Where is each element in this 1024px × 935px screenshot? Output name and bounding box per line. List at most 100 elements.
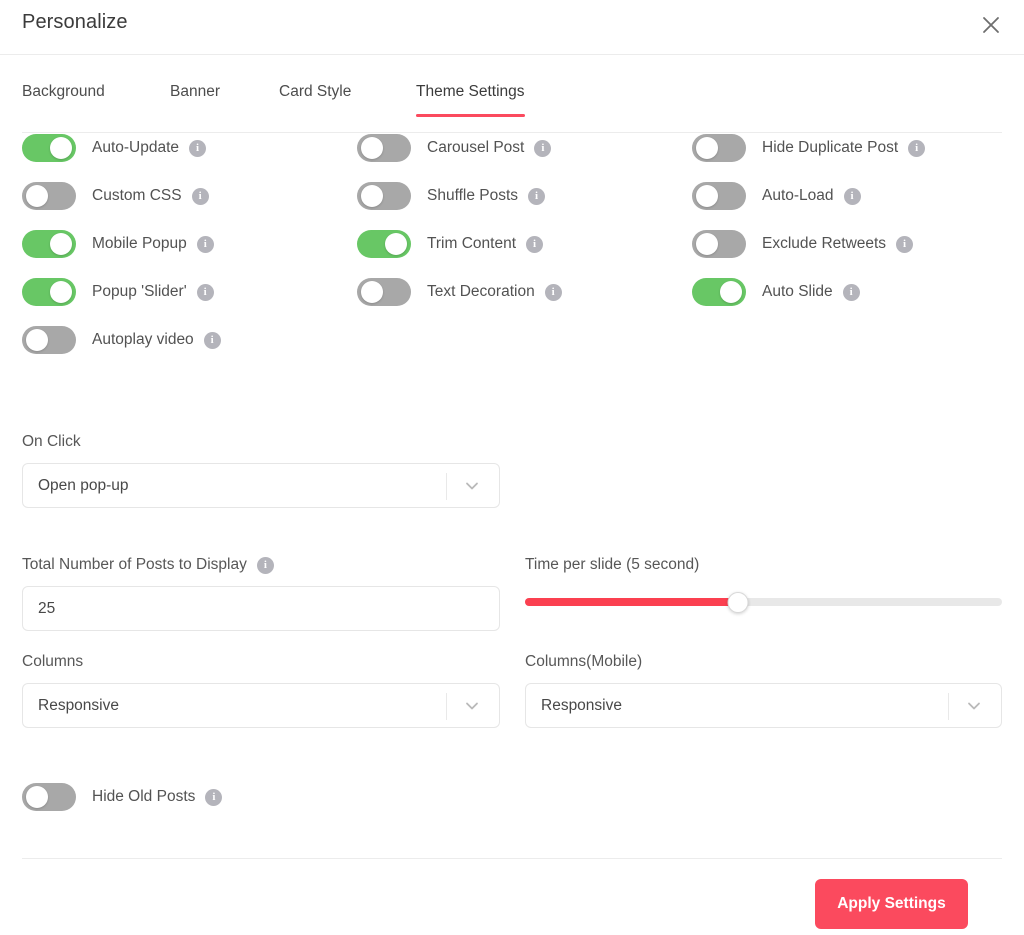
- settings-body: Auto-Update i Custom CSS i Mobile Popup i Popu…: [0, 133, 1024, 378]
- on-click-group: On Click Open pop-up: [22, 433, 500, 508]
- toggle-shuffle-posts: Shuffle Postsi: [357, 181, 545, 211]
- switch[interactable]: [357, 182, 411, 210]
- toggle-auto-load: Auto-Loadi: [692, 181, 861, 211]
- info-icon[interactable]: i: [896, 236, 913, 253]
- columns-value: Responsive: [23, 697, 119, 715]
- time-per-slide-label: Time per slide (5 second): [525, 556, 1002, 574]
- switch[interactable]: [692, 182, 746, 210]
- columns-mobile-label: Columns(Mobile): [525, 653, 1002, 671]
- toggle-autoplay-video: Autoplay video i: [22, 325, 221, 355]
- toggle-label: Popup 'Slider': [92, 283, 187, 301]
- tab-banner[interactable]: Banner: [170, 83, 220, 117]
- columns-mobile-value: Responsive: [526, 697, 622, 715]
- switch[interactable]: [692, 230, 746, 258]
- switch[interactable]: [22, 230, 76, 258]
- toggle-text-decoration: Text Decoration i: [357, 277, 562, 307]
- toggle-label: Hide Duplicate Post: [762, 139, 898, 157]
- switch-knob: [26, 329, 48, 351]
- on-click-value: Open pop-up: [23, 477, 129, 495]
- info-icon[interactable]: i: [197, 284, 214, 301]
- personalize-modal: Personalize Background Banner Card Style…: [0, 0, 1024, 935]
- close-icon[interactable]: [976, 10, 1006, 40]
- hide-old-posts-label: Hide Old Posts: [92, 788, 195, 806]
- info-icon[interactable]: i: [189, 140, 206, 157]
- info-icon[interactable]: i: [843, 284, 860, 301]
- toggle-label: Custom CSS: [92, 187, 182, 205]
- toggle-hide-old-posts: Hide Old Posts i: [22, 782, 222, 812]
- on-click-label: On Click: [22, 433, 500, 451]
- switch-knob: [361, 281, 383, 303]
- chevron-down-icon[interactable]: [460, 464, 484, 507]
- switch[interactable]: [357, 278, 411, 306]
- columns-label: Columns: [22, 653, 500, 671]
- time-per-slide-slider[interactable]: [525, 592, 1002, 612]
- switch-knob: [50, 233, 72, 255]
- tab-background[interactable]: Background: [22, 83, 105, 117]
- toggle-label: Exclude Retweets: [762, 235, 886, 253]
- toggle-carousel-post: Carousel Posti: [357, 133, 551, 163]
- toggle-custom-css: Custom CSS i: [22, 181, 209, 211]
- toggle-auto-update: Auto-Update i: [22, 133, 206, 163]
- time-per-slide-group: Time per slide (5 second): [525, 556, 1002, 612]
- switch-knob: [720, 281, 742, 303]
- toggle-trim-content: Trim Content i: [357, 229, 543, 259]
- info-icon[interactable]: i: [844, 188, 861, 205]
- switch[interactable]: [22, 182, 76, 210]
- toggle-mobile-popup: Mobile Popup i: [22, 229, 214, 259]
- toggle-exclude-retweets: Exclude Retweets i: [692, 229, 913, 259]
- switch-knob: [50, 281, 72, 303]
- toggle-label: Autoplay video: [92, 331, 194, 349]
- info-icon[interactable]: i: [526, 236, 543, 253]
- switch-knob: [361, 137, 383, 159]
- info-icon[interactable]: i: [192, 188, 209, 205]
- slider-fill: [525, 598, 738, 606]
- switch[interactable]: [22, 278, 76, 306]
- chevron-down-icon[interactable]: [460, 684, 484, 727]
- switch[interactable]: [22, 134, 76, 162]
- modal-header: Personalize: [0, 0, 1024, 55]
- toggle-auto-slide: Auto Slide i: [692, 277, 860, 307]
- info-icon[interactable]: i: [197, 236, 214, 253]
- tab-bar: Background Banner Card Style Theme Setti…: [0, 55, 1024, 133]
- columns-select[interactable]: Responsive: [22, 683, 500, 728]
- total-posts-label: Total Number of Posts to Display i: [22, 556, 500, 574]
- toggle-label: Auto-Update: [92, 139, 179, 157]
- toggle-label: Mobile Popup: [92, 235, 187, 253]
- switch[interactable]: [22, 326, 76, 354]
- info-icon[interactable]: i: [205, 789, 222, 806]
- footer-divider: [22, 858, 1002, 859]
- on-click-select[interactable]: Open pop-up: [22, 463, 500, 508]
- chevron-down-icon[interactable]: [962, 684, 986, 727]
- info-icon[interactable]: i: [204, 332, 221, 349]
- toggle-label: Trim Content: [427, 235, 516, 253]
- hide-old-posts-switch[interactable]: [22, 783, 76, 811]
- switch-knob: [696, 185, 718, 207]
- switch-knob: [696, 233, 718, 255]
- apply-settings-button[interactable]: Apply Settings: [815, 879, 968, 929]
- total-posts-label-text: Total Number of Posts to Display: [22, 556, 247, 574]
- switch-knob: [50, 137, 72, 159]
- tab-card-style[interactable]: Card Style: [279, 83, 351, 117]
- switch[interactable]: [692, 278, 746, 306]
- toggle-label: Auto Slide: [762, 283, 833, 301]
- slider-thumb[interactable]: [728, 592, 749, 613]
- total-posts-value: 25: [23, 600, 55, 618]
- select-separator: [446, 693, 447, 720]
- info-icon[interactable]: i: [908, 140, 925, 157]
- switch[interactable]: [357, 230, 411, 258]
- info-icon[interactable]: i: [534, 140, 551, 157]
- select-separator: [948, 693, 949, 720]
- info-icon[interactable]: i: [545, 284, 562, 301]
- switch-knob: [385, 233, 407, 255]
- switch-knob: [26, 786, 48, 808]
- switch[interactable]: [692, 134, 746, 162]
- toggle-label: Text Decoration: [427, 283, 535, 301]
- total-posts-input[interactable]: 25: [22, 586, 500, 631]
- columns-mobile-select[interactable]: Responsive: [525, 683, 1002, 728]
- info-icon[interactable]: i: [257, 557, 274, 574]
- info-icon[interactable]: i: [528, 188, 545, 205]
- switch[interactable]: [357, 134, 411, 162]
- switch-knob: [696, 137, 718, 159]
- tab-theme-settings[interactable]: Theme Settings: [416, 83, 525, 117]
- toggle-grid: Auto-Update i Custom CSS i Mobile Popup i Popu…: [0, 133, 1024, 378]
